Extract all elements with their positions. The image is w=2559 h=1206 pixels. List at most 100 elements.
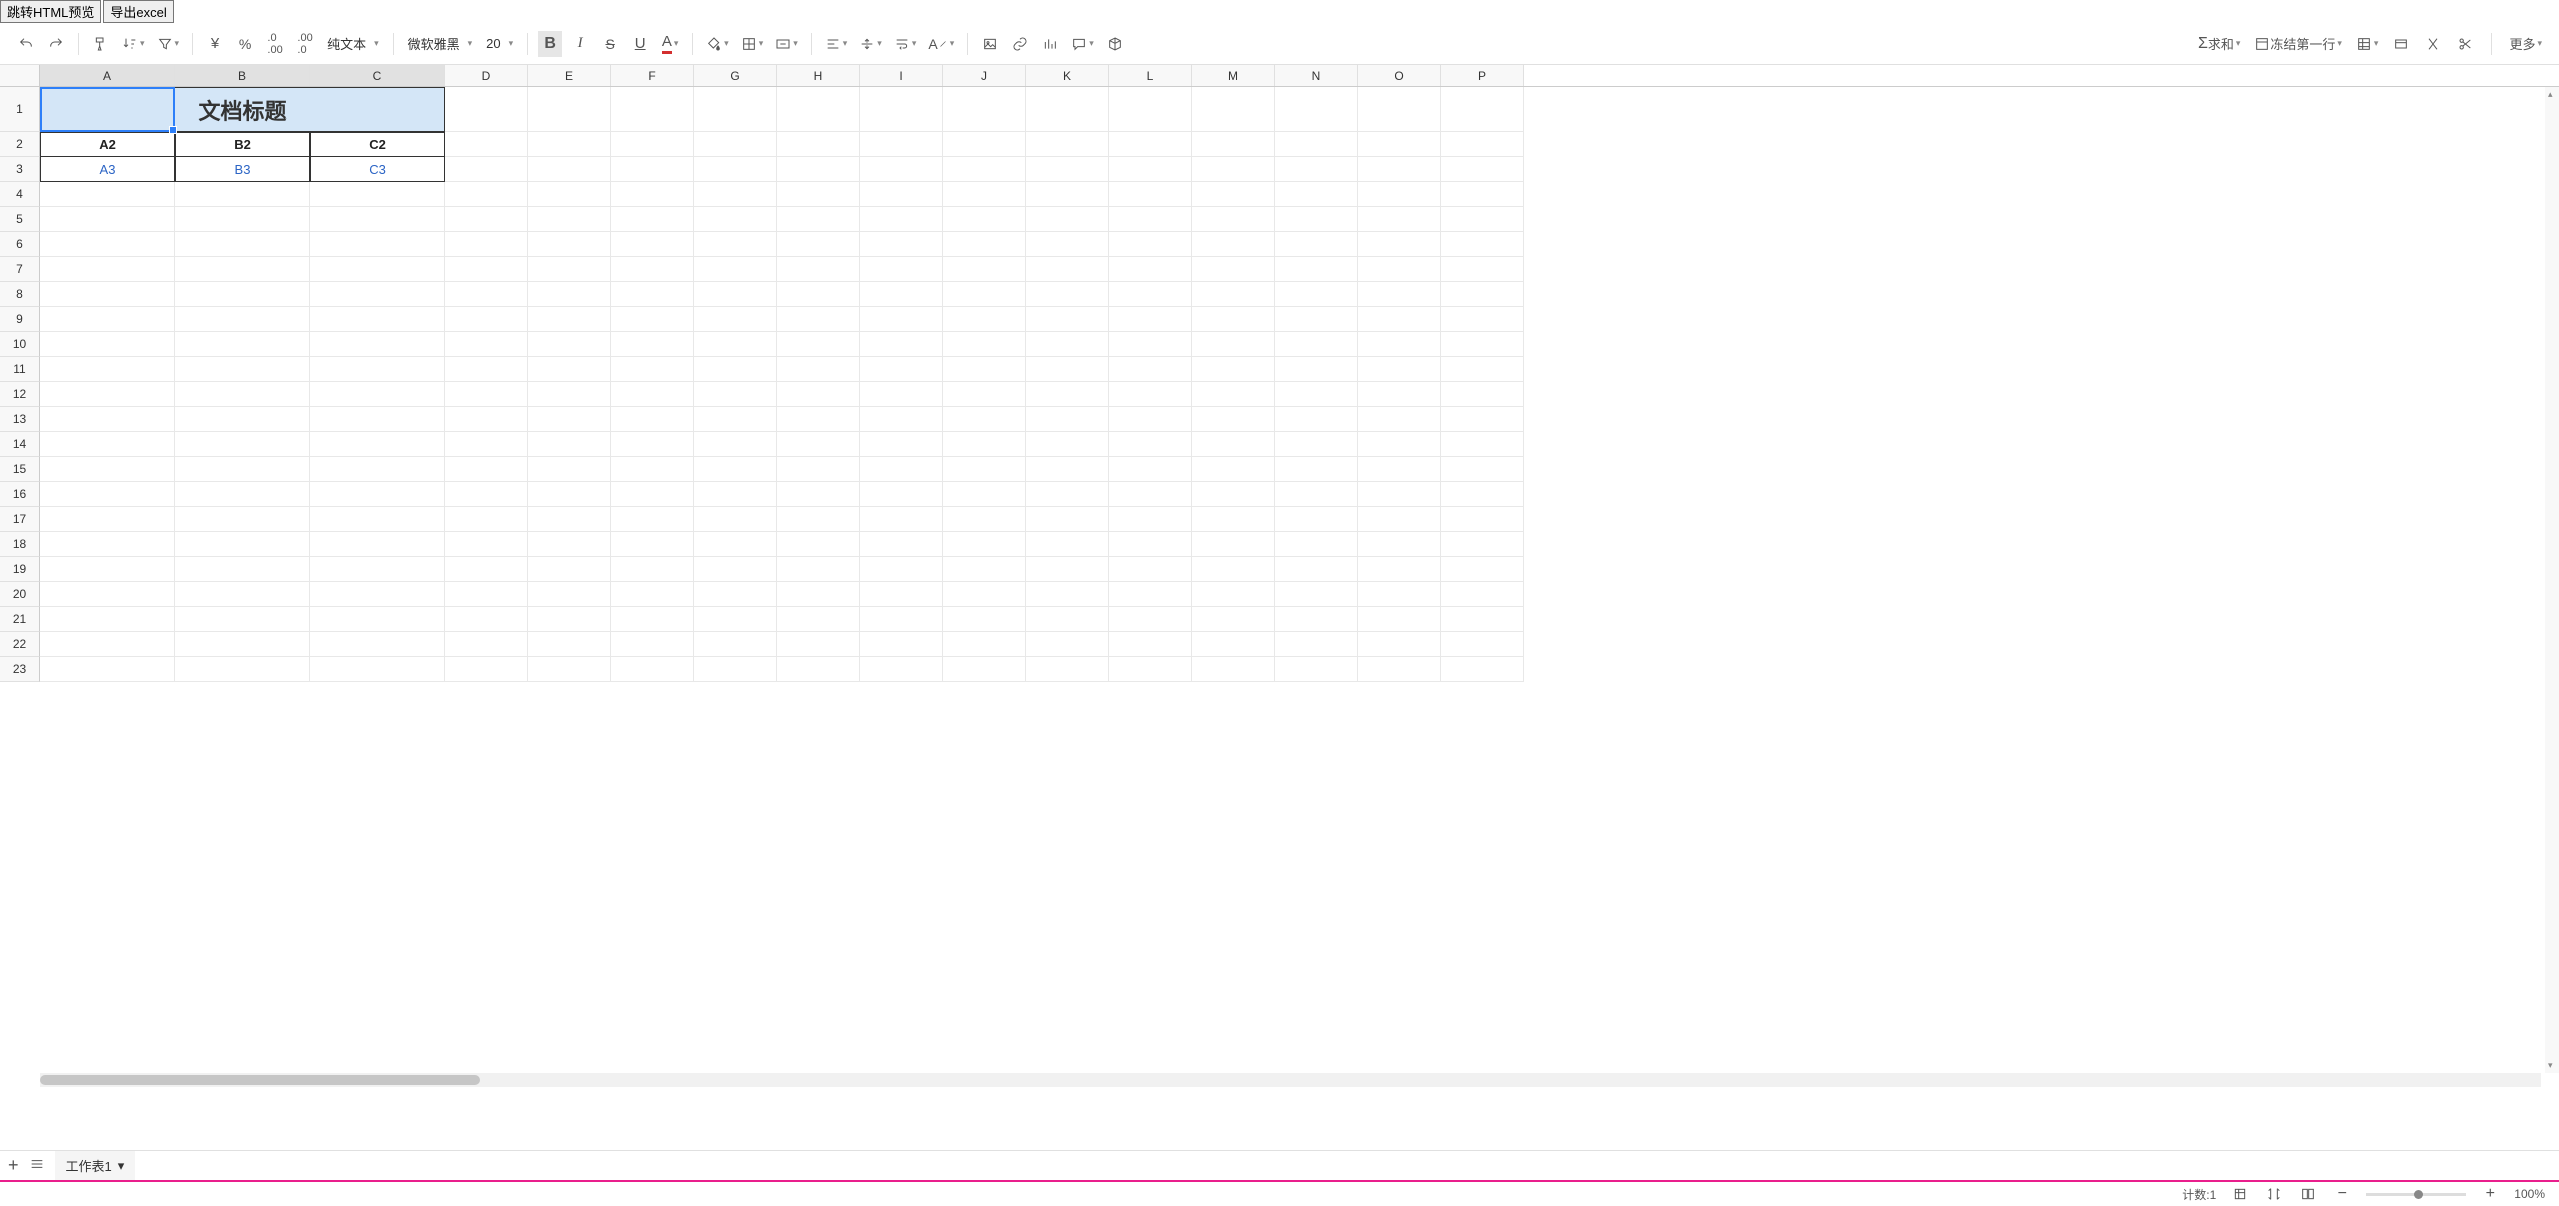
row-header-12[interactable]: 12	[0, 382, 40, 407]
cell-O20[interactable]	[1358, 582, 1441, 607]
view-normal-button[interactable]	[2230, 1186, 2250, 1202]
cell-F6[interactable]	[611, 232, 694, 257]
cell-C19[interactable]	[310, 557, 445, 582]
cell-C16[interactable]	[310, 482, 445, 507]
cell-K16[interactable]	[1026, 482, 1109, 507]
cell-L19[interactable]	[1109, 557, 1192, 582]
cell-E18[interactable]	[528, 532, 611, 557]
insert-chart-button[interactable]	[1038, 31, 1062, 57]
font-color-button[interactable]: A▾	[658, 31, 682, 57]
cell-B11[interactable]	[175, 357, 310, 382]
row-header-2[interactable]: 2	[0, 132, 40, 157]
text-rotation-button[interactable]: A▾	[925, 31, 957, 57]
cell-M17[interactable]	[1192, 507, 1275, 532]
cell-J11[interactable]	[943, 357, 1026, 382]
cell-K22[interactable]	[1026, 632, 1109, 657]
cell-K15[interactable]	[1026, 457, 1109, 482]
cell-C17[interactable]	[310, 507, 445, 532]
cell-I9[interactable]	[860, 307, 943, 332]
cell-O6[interactable]	[1358, 232, 1441, 257]
cell-D18[interactable]	[445, 532, 528, 557]
cell-I19[interactable]	[860, 557, 943, 582]
row-header-13[interactable]: 13	[0, 407, 40, 432]
cell-G16[interactable]	[694, 482, 777, 507]
cell-J12[interactable]	[943, 382, 1026, 407]
cell-L1[interactable]	[1109, 87, 1192, 132]
cell-O5[interactable]	[1358, 207, 1441, 232]
row-header-9[interactable]: 9	[0, 307, 40, 332]
cell-H10[interactable]	[777, 332, 860, 357]
cell-H11[interactable]	[777, 357, 860, 382]
cell-F20[interactable]	[611, 582, 694, 607]
cell-A20[interactable]	[40, 582, 175, 607]
insert-object-button[interactable]	[1103, 31, 1127, 57]
cell-O21[interactable]	[1358, 607, 1441, 632]
cell-L23[interactable]	[1109, 657, 1192, 682]
cell-J19[interactable]	[943, 557, 1026, 582]
cell-I2[interactable]	[860, 132, 943, 157]
cell-P12[interactable]	[1441, 382, 1524, 407]
cell-P7[interactable]	[1441, 257, 1524, 282]
cell-C8[interactable]	[310, 282, 445, 307]
cell-L11[interactable]	[1109, 357, 1192, 382]
cell-A21[interactable]	[40, 607, 175, 632]
cell-E6[interactable]	[528, 232, 611, 257]
cell-L16[interactable]	[1109, 482, 1192, 507]
row-header-14[interactable]: 14	[0, 432, 40, 457]
strikethrough-button[interactable]: S	[598, 31, 622, 57]
cell-I11[interactable]	[860, 357, 943, 382]
insert-image-button[interactable]	[978, 31, 1002, 57]
cell-J14[interactable]	[943, 432, 1026, 457]
cell-E9[interactable]	[528, 307, 611, 332]
cell-C5[interactable]	[310, 207, 445, 232]
cell-H22[interactable]	[777, 632, 860, 657]
cell-P22[interactable]	[1441, 632, 1524, 657]
italic-button[interactable]: I	[568, 31, 592, 57]
vertical-align-button[interactable]: ▾	[856, 31, 885, 57]
cell-D5[interactable]	[445, 207, 528, 232]
cell-A15[interactable]	[40, 457, 175, 482]
cell-N3[interactable]	[1275, 157, 1358, 182]
cell-D10[interactable]	[445, 332, 528, 357]
cell-O9[interactable]	[1358, 307, 1441, 332]
export-excel-button[interactable]: 导出excel	[103, 0, 173, 23]
cell-P2[interactable]	[1441, 132, 1524, 157]
cell-C9[interactable]	[310, 307, 445, 332]
underline-button[interactable]: U	[628, 31, 652, 57]
cell-I12[interactable]	[860, 382, 943, 407]
merge-cells-button[interactable]: ▾	[772, 31, 801, 57]
number-format-select[interactable]: 纯文本▾	[323, 34, 383, 53]
cell-M18[interactable]	[1192, 532, 1275, 557]
cell-O19[interactable]	[1358, 557, 1441, 582]
insert-comment-button[interactable]: ▾	[1068, 31, 1097, 57]
cell-J6[interactable]	[943, 232, 1026, 257]
cell-M16[interactable]	[1192, 482, 1275, 507]
cell-J18[interactable]	[943, 532, 1026, 557]
cell-O3[interactable]	[1358, 157, 1441, 182]
cell-C7[interactable]	[310, 257, 445, 282]
cell-O12[interactable]	[1358, 382, 1441, 407]
cell-H4[interactable]	[777, 182, 860, 207]
cell-C3[interactable]: C3	[310, 157, 445, 182]
cell-C21[interactable]	[310, 607, 445, 632]
cell-K19[interactable]	[1026, 557, 1109, 582]
cell-E12[interactable]	[528, 382, 611, 407]
cell-O11[interactable]	[1358, 357, 1441, 382]
cell-K18[interactable]	[1026, 532, 1109, 557]
undo-button[interactable]	[14, 31, 38, 57]
cell-D11[interactable]	[445, 357, 528, 382]
row-header-6[interactable]: 6	[0, 232, 40, 257]
cell-H17[interactable]	[777, 507, 860, 532]
cell-D17[interactable]	[445, 507, 528, 532]
sheet-list-button[interactable]	[29, 1156, 45, 1175]
cell-K21[interactable]	[1026, 607, 1109, 632]
column-header-B[interactable]: B	[175, 65, 310, 86]
cell-B7[interactable]	[175, 257, 310, 282]
cell-K2[interactable]	[1026, 132, 1109, 157]
cell-I7[interactable]	[860, 257, 943, 282]
cell-A9[interactable]	[40, 307, 175, 332]
cell-P21[interactable]	[1441, 607, 1524, 632]
cell-M20[interactable]	[1192, 582, 1275, 607]
cell-O14[interactable]	[1358, 432, 1441, 457]
cell-N13[interactable]	[1275, 407, 1358, 432]
